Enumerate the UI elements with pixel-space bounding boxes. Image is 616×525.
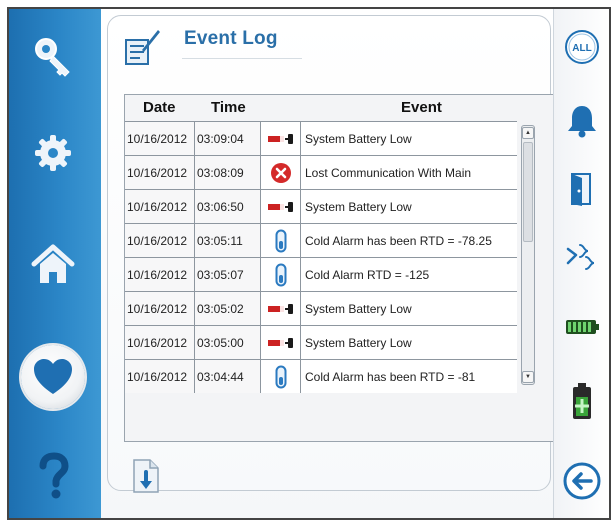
all-button[interactable]: ALL (562, 27, 602, 67)
table-row[interactable]: 10/16/2012 03:05:07 Cold Alarm RTD = -12… (125, 257, 517, 291)
all-icon: ALL (565, 30, 599, 64)
event-log-card: Event Log Date Time Event 10/16/2012 03:… (107, 15, 562, 493)
scroll-thumb[interactable] (523, 142, 533, 242)
row-date: 10/16/2012 (125, 190, 195, 223)
door-icon (571, 173, 591, 206)
health-button[interactable] (21, 345, 85, 409)
key-icon (35, 38, 70, 77)
column-event: Event (401, 99, 442, 116)
row-time: 03:06:50 (195, 190, 261, 223)
battery-icon (267, 303, 293, 314)
row-type (261, 326, 301, 359)
row-type (261, 258, 301, 291)
back-icon (563, 462, 601, 500)
main-panel: Event Log Date Time Event 10/16/2012 03:… (101, 9, 562, 518)
title-divider (182, 58, 302, 59)
battery-icon (267, 201, 293, 212)
thermometer-icon (275, 263, 286, 286)
bell-icon (568, 106, 596, 138)
row-type (261, 292, 301, 325)
gear-icon (35, 135, 71, 171)
row-event: Lost Communication With Main (301, 156, 517, 189)
row-time: 03:05:07 (195, 258, 261, 291)
table-row[interactable]: 10/16/2012 03:05:00 System Battery Low (125, 325, 517, 359)
home-icon (31, 244, 75, 283)
column-date: Date (143, 99, 176, 116)
row-date: 10/16/2012 (125, 224, 195, 257)
row-type (261, 190, 301, 223)
key-button[interactable] (25, 29, 81, 85)
row-event: Cold Alarm has been RTD = -81 (301, 360, 517, 393)
device-screen: Event Log Date Time Event 10/16/2012 03:… (7, 7, 611, 520)
row-date: 10/16/2012 (125, 292, 195, 325)
thermometer-icon (275, 229, 286, 252)
row-event: System Battery Low (301, 190, 517, 223)
all-label: ALL (572, 43, 591, 54)
row-event: System Battery Low (301, 122, 517, 155)
settings-button[interactable] (25, 125, 81, 181)
alarm-button[interactable] (562, 101, 602, 141)
row-time: 03:05:00 (195, 326, 261, 359)
row-type (261, 360, 301, 393)
battery-icon (267, 337, 293, 348)
row-time: 03:04:44 (195, 360, 261, 393)
error-x-icon (270, 162, 291, 183)
battery-status-button[interactable] (562, 307, 602, 347)
arrow-down-icon: ▼ (525, 374, 531, 380)
scroll-down-button[interactable]: ▼ (522, 371, 534, 383)
row-date: 10/16/2012 (125, 156, 195, 189)
battery-level-icon (566, 320, 599, 334)
page-title: Event Log (184, 28, 278, 49)
row-date: 10/16/2012 (125, 326, 195, 359)
left-nav (9, 9, 101, 518)
probe-button[interactable] (562, 237, 602, 277)
row-time: 03:08:09 (195, 156, 261, 189)
row-type (261, 224, 301, 257)
thermometer-icon (275, 365, 286, 388)
table-row[interactable]: 10/16/2012 03:09:04 System Battery Low (125, 121, 517, 155)
row-type (261, 156, 301, 189)
row-event: Cold Alarm RTD = -125 (301, 258, 517, 291)
row-date: 10/16/2012 (125, 360, 195, 393)
door-button[interactable] (562, 169, 602, 209)
row-event: System Battery Low (301, 326, 517, 359)
row-time: 03:09:04 (195, 122, 261, 155)
export-log-button[interactable] (132, 456, 162, 496)
table-row[interactable]: 10/16/2012 03:04:44 Cold Alarm has been … (125, 359, 517, 393)
row-event: System Battery Low (301, 292, 517, 325)
home-button[interactable] (25, 237, 81, 293)
log-note-icon (125, 30, 160, 65)
help-button[interactable] (25, 449, 81, 505)
table-header: Date Time Event (125, 95, 561, 121)
table-row[interactable]: 10/16/2012 03:06:50 System Battery Low (125, 189, 517, 223)
right-nav: ALL (553, 9, 609, 518)
help-icon (39, 452, 69, 499)
table-row[interactable]: 10/16/2012 03:05:02 System Battery Low (125, 291, 517, 325)
row-type (261, 122, 301, 155)
back-button[interactable] (562, 461, 602, 501)
table-scrollbar[interactable]: ▲ ▼ (521, 125, 535, 385)
row-time: 03:05:11 (195, 224, 261, 257)
row-date: 10/16/2012 (125, 122, 195, 155)
probe-icon (566, 244, 595, 270)
arrow-up-icon: ▲ (525, 130, 531, 136)
row-date: 10/16/2012 (125, 258, 195, 291)
row-time: 03:05:02 (195, 292, 261, 325)
table-row[interactable]: 10/16/2012 03:08:09 Lost Communication W… (125, 155, 517, 189)
table-row[interactable]: 10/16/2012 03:05:11 Cold Alarm has been … (125, 223, 517, 257)
event-table: Date Time Event 10/16/2012 03:09:04 Syst… (124, 94, 562, 442)
charge-button[interactable] (562, 381, 602, 421)
row-event: Cold Alarm has been RTD = -78.25 (301, 224, 517, 257)
column-time: Time (211, 99, 246, 116)
scroll-up-button[interactable]: ▲ (522, 127, 534, 139)
battery-icon (267, 133, 293, 144)
battery-charge-icon (573, 383, 591, 419)
heart-icon (34, 359, 72, 394)
